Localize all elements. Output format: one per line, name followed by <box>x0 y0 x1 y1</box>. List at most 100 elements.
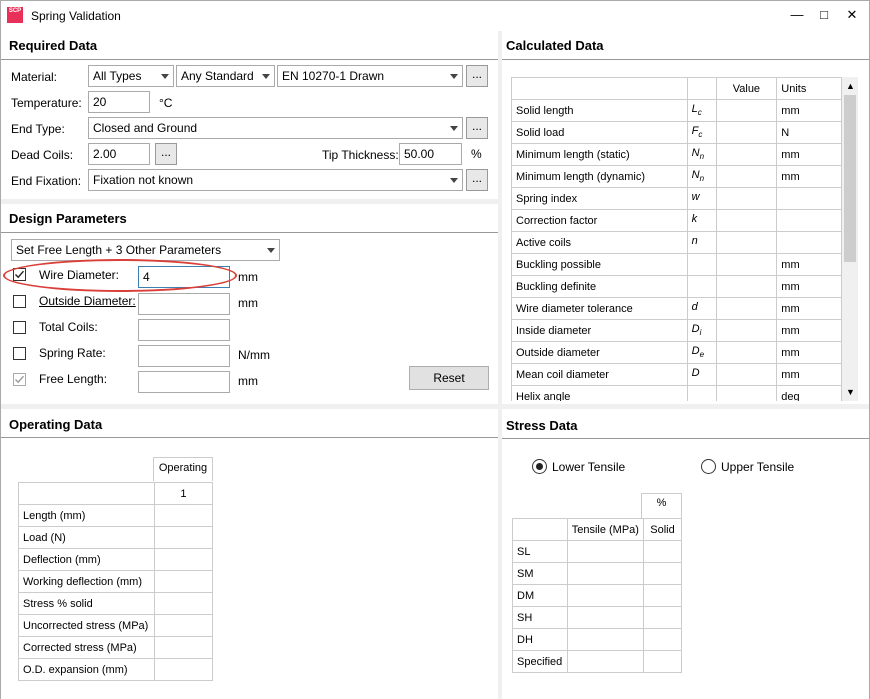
end-type-label: End Type: <box>11 122 65 136</box>
temperature-input[interactable]: 20 <box>88 91 150 113</box>
close-icon[interactable]: ✕ <box>841 5 863 25</box>
upper-tensile-radio[interactable] <box>701 459 716 474</box>
section-divider <box>1 437 498 438</box>
section-divider <box>1 232 498 233</box>
operating-cell[interactable] <box>153 636 214 659</box>
operating-cell[interactable] <box>153 658 214 681</box>
solid-cell[interactable] <box>642 650 683 673</box>
calc-unit: mm <box>776 165 842 188</box>
table-row: Specified <box>512 650 683 673</box>
tip-thickness-label: Tip Thickness: <box>322 148 399 162</box>
tensile-cell[interactable] <box>566 562 644 585</box>
operating-cell[interactable] <box>153 592 214 615</box>
solid-cell[interactable] <box>642 628 683 651</box>
required-data-panel: Required Data Material: All Types Any St… <box>1 31 498 199</box>
table-row: Solid length Lc mm <box>511 99 842 122</box>
table-row: Minimum length (static) Nn mm <box>511 143 842 166</box>
calculated-table: Value Units Solid length Lc mm Solid load Fc… <box>511 77 842 401</box>
lower-tensile-radio[interactable] <box>532 459 547 474</box>
dead-coils-browse-button[interactable]: ... <box>155 143 177 165</box>
calc-symbol: Nn <box>686 165 717 188</box>
reset-button[interactable]: Reset <box>409 366 489 390</box>
end-type-browse-button[interactable]: ... <box>466 117 488 139</box>
calculated-table-viewport[interactable]: Value Units Solid length Lc mm Solid load Fc… <box>511 77 842 401</box>
calc-name: Mean coil diameter <box>511 363 688 386</box>
tensile-cell[interactable] <box>566 584 644 607</box>
solid-cell[interactable] <box>642 606 683 629</box>
material-browse-button[interactable]: ... <box>466 65 488 87</box>
maximize-icon[interactable]: □ <box>813 5 835 25</box>
calc-value <box>715 121 778 144</box>
operating-row-label: Length (mm) <box>18 504 155 527</box>
chevron-down-icon <box>267 248 275 253</box>
solid-cell[interactable] <box>642 562 683 585</box>
stress-row-label: DM <box>512 584 568 607</box>
outside-diameter-checkbox[interactable] <box>13 295 26 308</box>
table-row: Minimum length (dynamic) Nn mm <box>511 165 842 188</box>
calc-symbol <box>686 275 717 298</box>
operating-cell[interactable] <box>153 548 214 571</box>
free-length-input[interactable] <box>138 371 230 393</box>
total-coils-checkbox[interactable] <box>13 321 26 334</box>
chevron-down-icon <box>450 74 458 79</box>
material-standard-select[interactable]: Any Standard <box>176 65 275 87</box>
scroll-down-icon[interactable]: ▼ <box>846 387 855 397</box>
calc-symbol <box>686 385 717 401</box>
dead-coils-input[interactable]: 2.00 <box>88 143 150 165</box>
scroll-up-icon[interactable]: ▲ <box>846 81 855 91</box>
calc-value <box>715 143 778 166</box>
table-row: Inside diameter Di mm <box>511 319 842 342</box>
calc-unit <box>776 209 842 232</box>
spring-rate-input[interactable] <box>138 345 230 367</box>
end-fixation-select[interactable]: Fixation not known <box>88 169 463 191</box>
outside-diameter-label: Outside Diameter: <box>39 294 136 308</box>
calc-value <box>715 165 778 188</box>
material-select[interactable]: EN 10270-1 Drawn <box>277 65 463 87</box>
calc-value <box>715 231 778 254</box>
operating-table: 1 Length (mm) Load (N) Deflection (mm) Work… <box>18 482 214 681</box>
table-header-row: Tensile (MPa) Solid <box>512 518 683 541</box>
solid-cell[interactable] <box>642 540 683 563</box>
table-row: Uncorrected stress (MPa) <box>18 614 214 637</box>
operating-cell[interactable] <box>153 614 214 637</box>
table-row: Outside diameter De mm <box>511 341 842 364</box>
tensile-header: Tensile (MPa) <box>566 518 644 541</box>
free-length-checkbox[interactable] <box>13 373 26 386</box>
outside-diameter-input[interactable] <box>138 293 230 315</box>
tip-thickness-input[interactable]: 50.00 <box>399 143 462 165</box>
header-cell <box>511 77 688 100</box>
calc-unit <box>776 231 842 254</box>
design-mode-select[interactable]: Set Free Length + 3 Other Parameters <box>11 239 280 261</box>
scrollbar-thumb[interactable] <box>844 95 856 262</box>
operating-cell[interactable] <box>153 504 214 527</box>
tensile-cell[interactable] <box>566 650 644 673</box>
calculated-scrollbar[interactable]: ▲ ▼ <box>842 77 858 401</box>
calc-name: Correction factor <box>511 209 688 232</box>
operating-row-label: O.D. expansion (mm) <box>18 658 155 681</box>
calc-unit: mm <box>776 297 842 320</box>
table-row: Wire diameter tolerance d mm <box>511 297 842 320</box>
calc-symbol: Di <box>686 319 717 342</box>
window-title: Spring Validation <box>31 9 121 23</box>
calc-name: Buckling definite <box>511 275 688 298</box>
operating-row-label: Working deflection (mm) <box>18 570 155 593</box>
total-coils-input[interactable] <box>138 319 230 341</box>
spring-rate-label: Spring Rate: <box>39 346 106 360</box>
spring-rate-checkbox[interactable] <box>13 347 26 360</box>
solid-cell[interactable] <box>642 584 683 607</box>
checkmark-icon <box>15 375 25 384</box>
stress-row-label: SM <box>512 562 568 585</box>
end-type-select[interactable]: Closed and Ground <box>88 117 463 139</box>
calc-symbol: Lc <box>686 99 717 122</box>
operating-cell[interactable] <box>153 526 214 549</box>
material-type-select[interactable]: All Types <box>88 65 174 87</box>
tensile-cell[interactable] <box>566 540 644 563</box>
operating-cell[interactable] <box>153 570 214 593</box>
tensile-cell[interactable] <box>566 606 644 629</box>
table-row: SL <box>512 540 683 563</box>
header-cell <box>686 77 717 100</box>
tensile-cell[interactable] <box>566 628 644 651</box>
minimize-icon[interactable]: — <box>786 5 808 25</box>
end-fixation-browse-button[interactable]: ... <box>466 169 488 191</box>
table-row: Length (mm) <box>18 504 214 527</box>
